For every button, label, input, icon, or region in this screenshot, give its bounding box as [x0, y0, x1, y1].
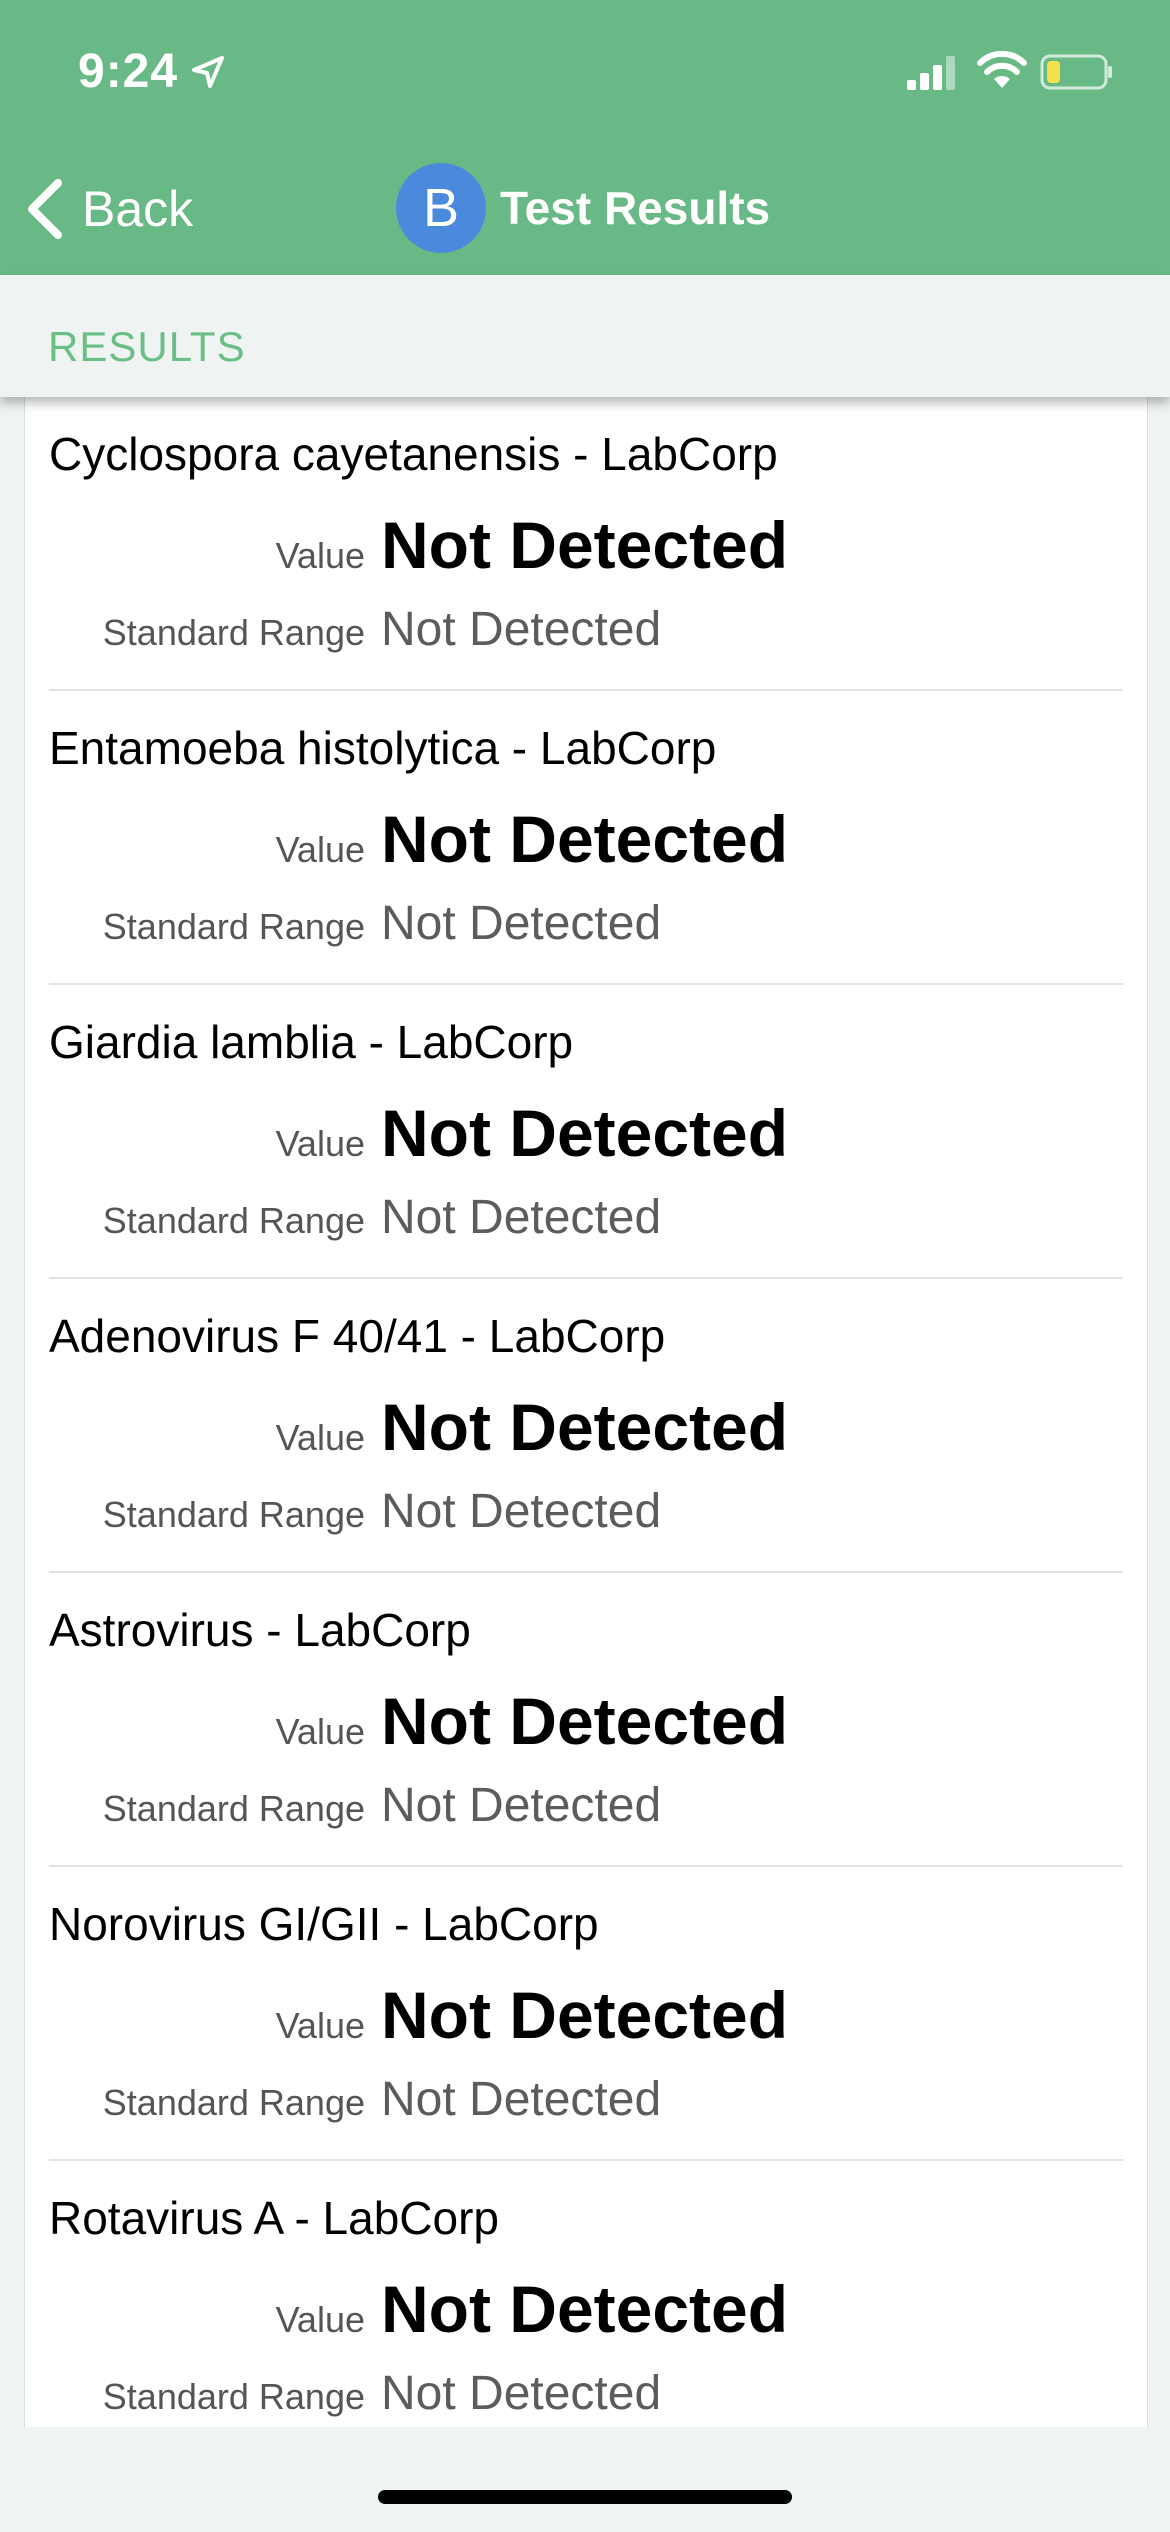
result-name: Norovirus GI/GII - LabCorp: [49, 1898, 599, 1950]
result-item: Norovirus GI/GII - LabCorp Value Not Det…: [49, 1867, 1123, 2161]
range-row: Standard Range Not Detected: [49, 1484, 1123, 1539]
result-value: Not Detected: [381, 508, 789, 582]
result-item: Cyclospora cayetanensis - LabCorp Value …: [49, 397, 1123, 691]
result-name: Entamoeba histolytica - LabCorp: [49, 722, 717, 774]
value-row: Value Not Detected: [49, 1389, 1123, 1465]
range-row: Standard Range Not Detected: [49, 896, 1123, 951]
value-label: Value: [275, 535, 365, 576]
result-item: Rotavirus A - LabCorp Value Not Detected…: [49, 2161, 1123, 2427]
range-value: Not Detected: [381, 2367, 662, 2420]
result-value: Not Detected: [381, 802, 789, 876]
result-value: Not Detected: [381, 1096, 789, 1170]
location-arrow-icon: [192, 56, 224, 88]
range-value: Not Detected: [381, 603, 662, 656]
avatar: B: [396, 163, 486, 253]
value-row: Value Not Detected: [49, 2271, 1123, 2347]
range-value: Not Detected: [381, 897, 662, 950]
result-name: Adenovirus F 40/41 - LabCorp: [49, 1310, 666, 1362]
result-value: Not Detected: [381, 1684, 789, 1758]
value-row: Value Not Detected: [49, 801, 1123, 877]
navigation-bar: Back B Test Results: [0, 140, 1170, 275]
range-row: Standard Range Not Detected: [49, 1190, 1123, 1245]
result-name: Giardia lamblia - LabCorp: [49, 1016, 574, 1068]
range-label: Standard Range: [102, 1788, 365, 1829]
section-header: RESULTS: [0, 275, 1170, 397]
result-value: Not Detected: [381, 2272, 789, 2346]
range-label: Standard Range: [102, 612, 365, 653]
range-value: Not Detected: [381, 1485, 662, 1538]
value-row: Value Not Detected: [49, 1683, 1123, 1759]
result-value: Not Detected: [381, 1978, 789, 2052]
value-label: Value: [275, 829, 365, 870]
range-value: Not Detected: [381, 1191, 662, 1244]
range-value: Not Detected: [381, 2073, 662, 2126]
page-title: Test Results: [500, 182, 771, 234]
result-name: Astrovirus - LabCorp: [49, 1604, 471, 1656]
range-label: Standard Range: [102, 1494, 365, 1535]
value-label: Value: [275, 1711, 365, 1752]
range-label: Standard Range: [102, 2082, 365, 2123]
range-row: Standard Range Not Detected: [49, 1778, 1123, 1833]
result-name: Cyclospora cayetanensis - LabCorp: [49, 428, 778, 480]
result-name: Rotavirus A - LabCorp: [49, 2192, 500, 2244]
result-value: Not Detected: [381, 1390, 789, 1464]
result-item: Entamoeba histolytica - LabCorp Value No…: [49, 691, 1123, 985]
back-label: Back: [82, 181, 194, 237]
status-time: 9:24: [78, 45, 179, 98]
value-label: Value: [275, 2005, 365, 2046]
range-label: Standard Range: [102, 2376, 365, 2417]
result-item: Adenovirus F 40/41 - LabCorp Value Not D…: [49, 1279, 1123, 1573]
value-row: Value Not Detected: [49, 1977, 1123, 2053]
result-item: Astrovirus - LabCorp Value Not Detected …: [49, 1573, 1123, 1867]
range-label: Standard Range: [102, 906, 365, 947]
value-label: Value: [275, 1123, 365, 1164]
range-value: Not Detected: [381, 1779, 662, 1832]
results-list[interactable]: Cyclospora cayetanensis - LabCorp Value …: [24, 397, 1148, 2427]
range-row: Standard Range Not Detected: [49, 2366, 1123, 2421]
back-button[interactable]: Back: [22, 174, 193, 244]
status-bar: 9:24: [0, 0, 1170, 140]
range-row: Standard Range Not Detected: [49, 2072, 1123, 2127]
wifi-icon: [977, 50, 1027, 88]
value-row: Value Not Detected: [49, 1095, 1123, 1171]
value-label: Value: [275, 1417, 365, 1458]
battery-icon: [1040, 54, 1112, 90]
section-title: RESULTS: [48, 323, 246, 370]
home-indicator[interactable]: [378, 2490, 792, 2504]
result-item: Giardia lamblia - LabCorp Value Not Dete…: [49, 985, 1123, 1279]
value-label: Value: [275, 2299, 365, 2340]
chevron-left-icon: [28, 179, 62, 239]
cellular-signal-icon: [907, 56, 955, 90]
range-label: Standard Range: [102, 1200, 365, 1241]
range-row: Standard Range Not Detected: [49, 602, 1123, 657]
value-row: Value Not Detected: [49, 507, 1123, 583]
title-group: B Test Results: [396, 162, 770, 254]
